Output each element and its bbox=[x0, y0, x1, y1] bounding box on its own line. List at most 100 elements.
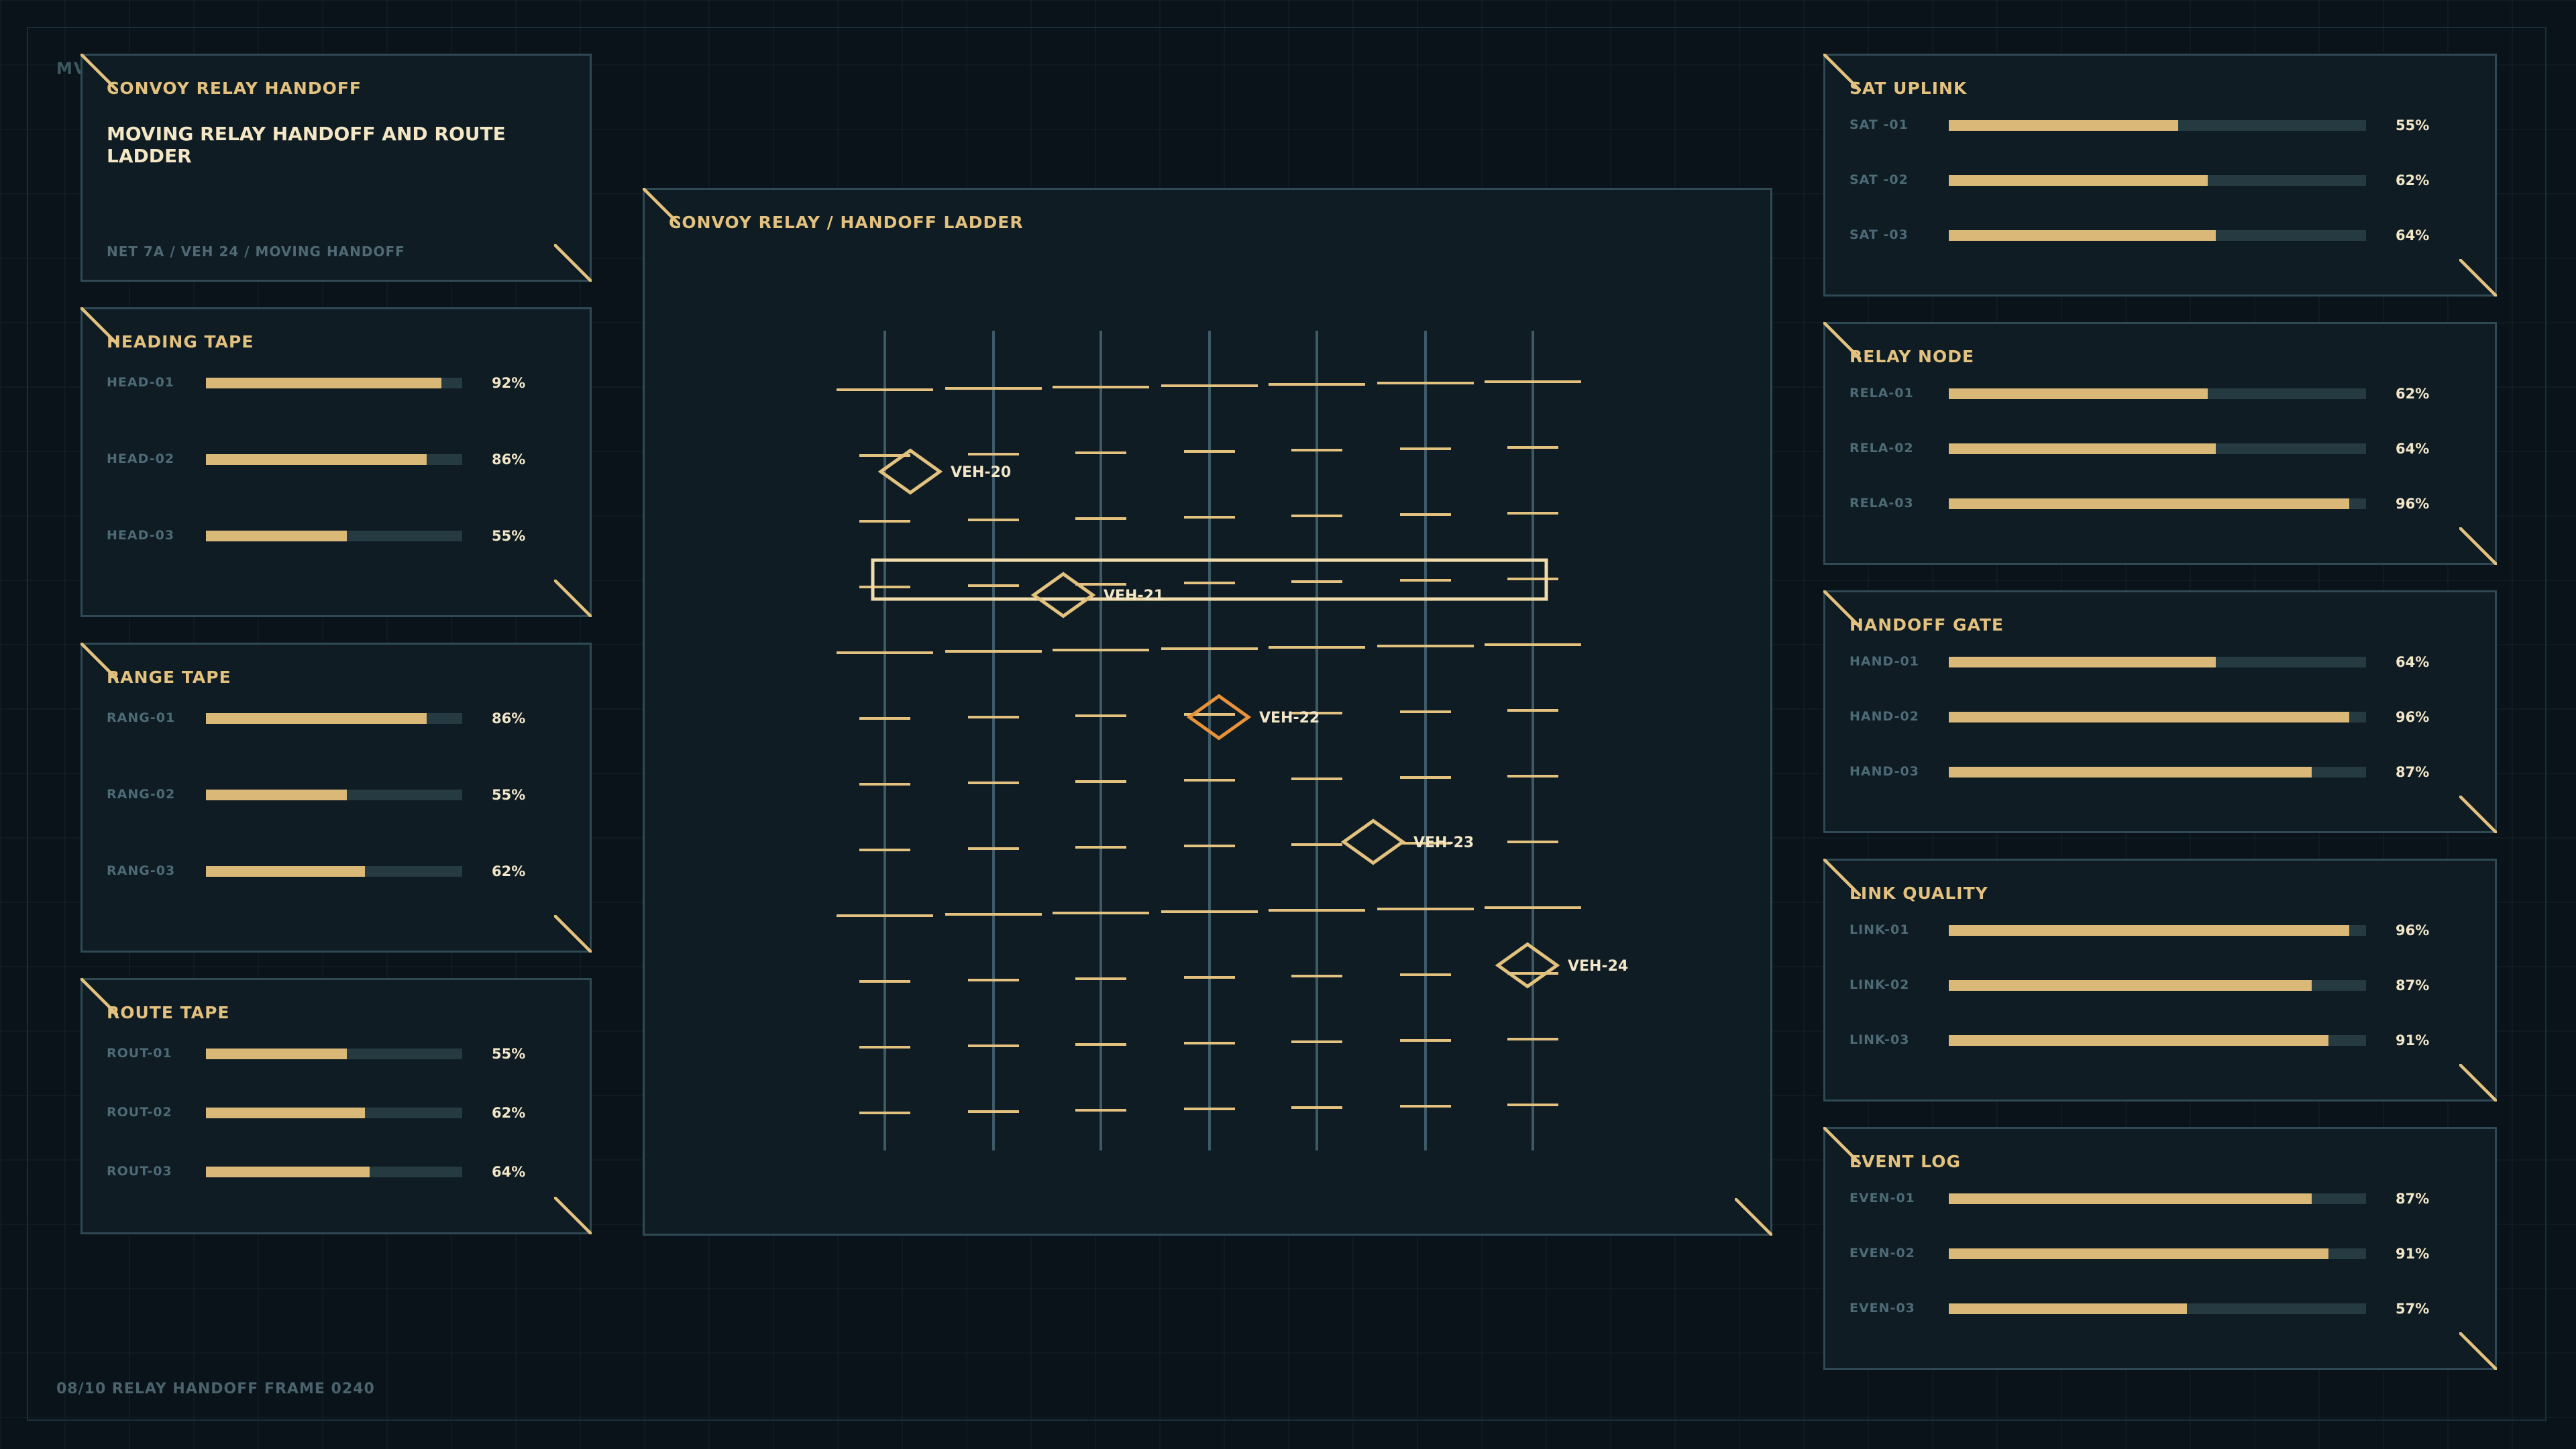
metric-bar-track bbox=[1949, 443, 2366, 454]
header-panel: CONVOY RELAY HANDOFF MOVING RELAY HANDOF… bbox=[80, 54, 592, 282]
header-title: CONVOY RELAY HANDOFF bbox=[107, 78, 362, 98]
right-panel-link-quality: LINK QUALITY LINK-01 96% LINK-02 87% LINK-03 9… bbox=[1823, 859, 2497, 1102]
metric-bar-fill bbox=[1949, 230, 2216, 241]
metric-bar-fill bbox=[206, 866, 365, 877]
metric-bar-track bbox=[1949, 498, 2366, 509]
metric-percent: 96% bbox=[2396, 496, 2430, 512]
vehicle-label-veh-24: VEH-24 bbox=[1568, 958, 1628, 975]
ladder-panel: CONVOY RELAY / HANDOFF LADDER VEH-20 VEH-… bbox=[643, 188, 1772, 1236]
metric-row: EVEN-01 87% bbox=[1849, 1191, 2475, 1211]
metric-row: SAT -02 62% bbox=[1849, 172, 2475, 193]
left-panel-range-tape: RANGE TAPE RANG-01 86% RANG-02 55% RANG-03 62% bbox=[80, 643, 592, 953]
panel-title: SAT UPLINK bbox=[1849, 78, 1968, 98]
metric-percent: 96% bbox=[2396, 922, 2430, 938]
metric-bar-track bbox=[1949, 1303, 2366, 1314]
handoff-ladder[interactable]: VEH-20 VEH-21 VEH-22 VEH-23 VEH-24 bbox=[645, 190, 1774, 1238]
metric-bar-track bbox=[1949, 925, 2366, 936]
metric-bar-track bbox=[206, 1108, 462, 1118]
metric-label: RANG-02 bbox=[107, 787, 176, 802]
metric-bar-fill bbox=[206, 713, 427, 724]
metric-bar-track bbox=[1949, 120, 2366, 131]
left-panel-heading-tape: HEADING TAPE HEAD-01 92% HEAD-02 86% HEAD-03 5… bbox=[80, 307, 592, 617]
metric-row: HAND-03 87% bbox=[1849, 764, 2475, 784]
metric-bar-track bbox=[1949, 980, 2366, 991]
hud-screen: MV CONVOY RELAY HANDOFF MOVING RELAY HAN… bbox=[0, 0, 2576, 1449]
metric-bar-fill bbox=[1949, 1303, 2187, 1314]
metric-bar-fill bbox=[206, 378, 442, 388]
metric-row: RELA-03 96% bbox=[1849, 496, 2475, 516]
metric-percent: 55% bbox=[492, 528, 526, 544]
vehicle-marker-veh-22[interactable] bbox=[1186, 694, 1252, 741]
metric-row: ROUT-02 62% bbox=[107, 1105, 570, 1125]
metric-label: SAT -03 bbox=[1849, 227, 1909, 242]
metric-bar-fill bbox=[1949, 980, 2312, 991]
metric-label: HAND-03 bbox=[1849, 764, 1919, 779]
metric-label: EVEN-02 bbox=[1849, 1246, 1915, 1260]
panel-title: LINK QUALITY bbox=[1849, 883, 1988, 903]
vehicle-marker-veh-24[interactable] bbox=[1495, 942, 1560, 989]
metric-row: RELA-01 62% bbox=[1849, 386, 2475, 406]
panel-title: RELAY NODE bbox=[1849, 347, 1975, 366]
metric-label: HEAD-02 bbox=[107, 451, 175, 466]
metric-bar-track bbox=[1949, 1193, 2366, 1204]
panel-title: HANDOFF GATE bbox=[1849, 615, 2004, 635]
vehicle-marker-veh-21[interactable] bbox=[1030, 572, 1096, 619]
metric-row: RANG-02 55% bbox=[107, 787, 570, 807]
right-panel-handoff-gate: HANDOFF GATE HAND-01 64% HAND-02 96% HAND-03 8… bbox=[1823, 590, 2497, 833]
metric-row: EVEN-03 57% bbox=[1849, 1301, 2475, 1321]
panel-title: HEADING TAPE bbox=[107, 332, 254, 352]
metric-row: SAT -01 55% bbox=[1849, 117, 2475, 138]
metric-percent: 62% bbox=[492, 863, 526, 879]
metric-row: LINK-02 87% bbox=[1849, 977, 2475, 998]
metric-bar-fill bbox=[206, 790, 347, 800]
metric-percent: 91% bbox=[2396, 1032, 2430, 1049]
metric-bar-track bbox=[1949, 230, 2366, 241]
metric-bar-fill bbox=[206, 1167, 370, 1177]
metric-bar-fill bbox=[1949, 1193, 2312, 1204]
metric-row: HAND-01 64% bbox=[1849, 654, 2475, 674]
metric-bar-fill bbox=[1949, 443, 2216, 454]
metric-label: HEAD-03 bbox=[107, 528, 175, 543]
metric-label: ROUT-01 bbox=[107, 1046, 172, 1061]
metric-label: RANG-01 bbox=[107, 710, 176, 725]
metric-label: HEAD-01 bbox=[107, 375, 175, 390]
vehicle-label-veh-21: VEH-21 bbox=[1104, 588, 1164, 604]
panel-title: RANGE TAPE bbox=[107, 667, 231, 687]
metric-bar-track bbox=[206, 866, 462, 877]
right-panel-sat-uplink: SAT UPLINK SAT -01 55% SAT -02 62% SAT -03 64% bbox=[1823, 54, 2497, 297]
metric-label: ROUT-02 bbox=[107, 1105, 172, 1120]
metric-row: HEAD-02 86% bbox=[107, 451, 570, 472]
metric-row: HEAD-03 55% bbox=[107, 528, 570, 548]
metric-percent: 86% bbox=[492, 451, 526, 468]
metric-label: EVEN-01 bbox=[1849, 1191, 1915, 1205]
metric-bar-fill bbox=[206, 1108, 365, 1118]
metric-percent: 62% bbox=[492, 1105, 526, 1121]
right-panel-relay-node: RELAY NODE RELA-01 62% RELA-02 64% RELA-03 96% bbox=[1823, 322, 2497, 565]
metric-percent: 92% bbox=[492, 375, 526, 391]
metric-row: HEAD-01 92% bbox=[107, 375, 570, 395]
metric-percent: 64% bbox=[2396, 227, 2430, 244]
metric-row: LINK-03 91% bbox=[1849, 1032, 2475, 1053]
metric-bar-fill bbox=[1949, 175, 2208, 186]
panel-title: ROUTE TAPE bbox=[107, 1003, 230, 1022]
vehicle-marker-veh-23[interactable] bbox=[1340, 818, 1406, 865]
metric-bar-fill bbox=[1949, 767, 2312, 777]
metric-percent: 62% bbox=[2396, 386, 2430, 402]
metric-bar-track bbox=[206, 1049, 462, 1059]
metric-bar-fill bbox=[1949, 712, 2350, 722]
metric-label: SAT -01 bbox=[1849, 117, 1909, 132]
metric-percent: 57% bbox=[2396, 1301, 2430, 1317]
metric-row: ROUT-01 55% bbox=[107, 1046, 570, 1066]
metric-bar-track bbox=[206, 454, 462, 465]
metric-bar-fill bbox=[1949, 657, 2216, 667]
metric-row: RANG-01 86% bbox=[107, 710, 570, 731]
metric-label: HAND-02 bbox=[1849, 709, 1919, 724]
metric-percent: 86% bbox=[492, 710, 526, 727]
vehicle-label-veh-20: VEH-20 bbox=[951, 464, 1011, 481]
metric-bar-fill bbox=[206, 531, 347, 541]
metric-percent: 87% bbox=[2396, 1191, 2430, 1207]
metric-bar-fill bbox=[1949, 1035, 2329, 1046]
metric-row: RANG-03 62% bbox=[107, 863, 570, 883]
metric-bar-fill bbox=[1949, 1248, 2329, 1259]
metric-bar-fill bbox=[1949, 120, 2179, 131]
